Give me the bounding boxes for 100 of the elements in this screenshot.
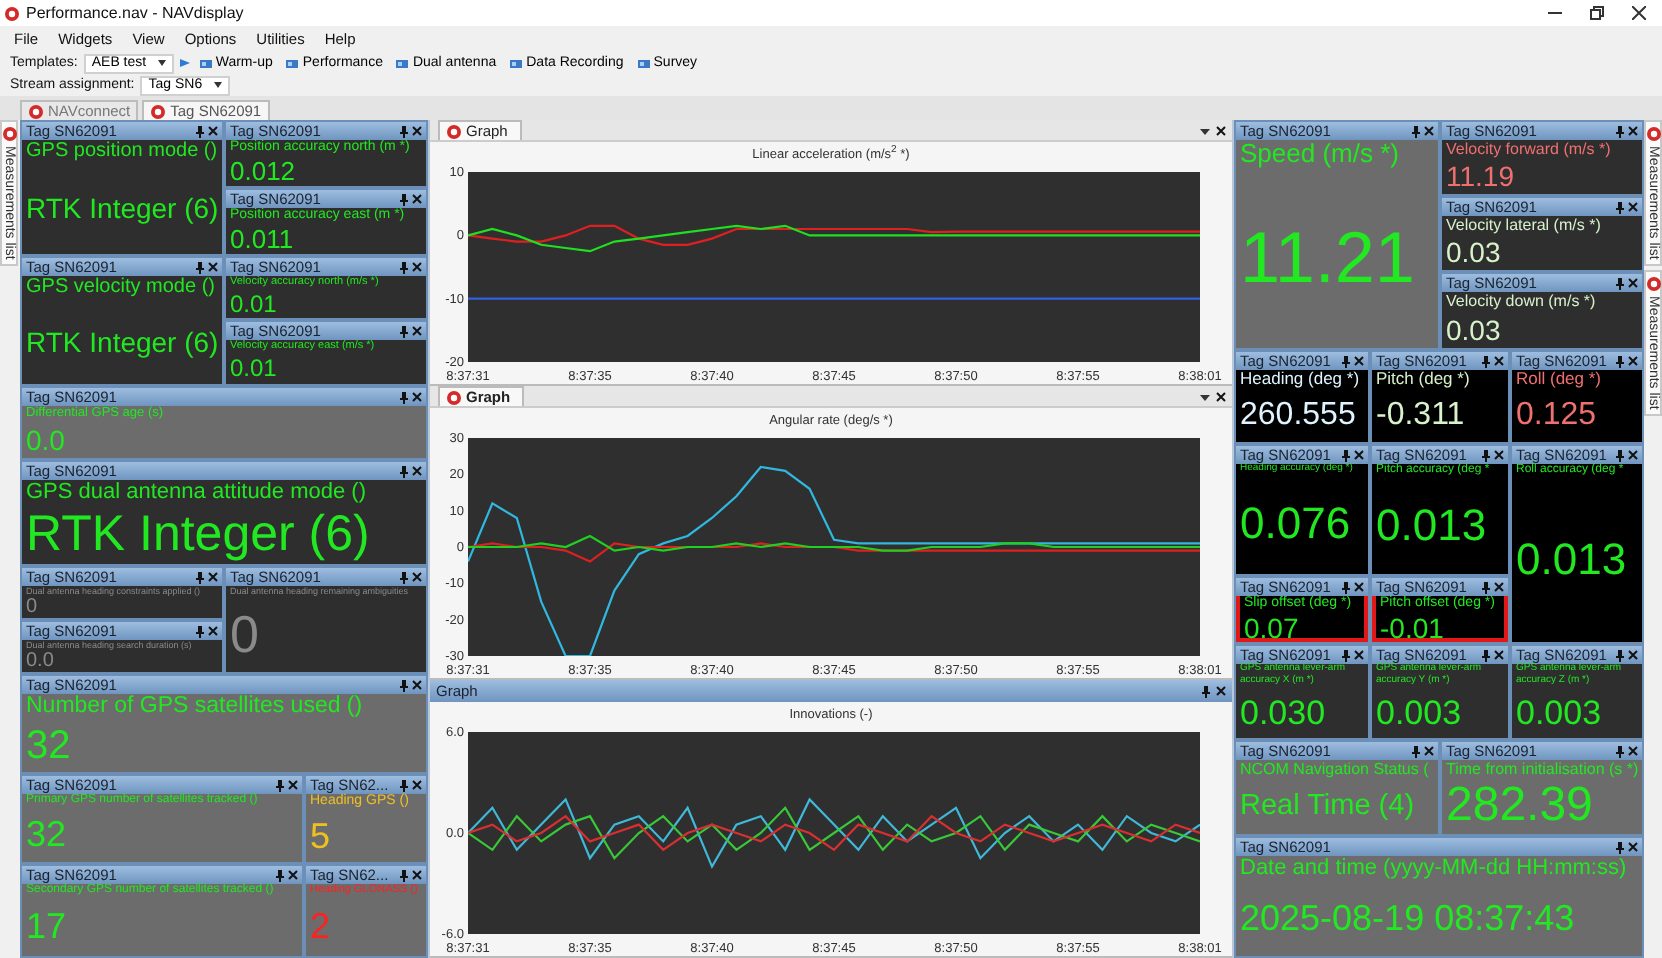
- measurement-label: Roll (deg *): [1516, 370, 1604, 390]
- pin-icon[interactable]: [400, 465, 408, 477]
- close-icon[interactable]: [412, 870, 422, 880]
- measurement-value: 282.39: [1446, 778, 1593, 834]
- dropdown-icon[interactable]: [1200, 394, 1210, 402]
- pin-icon[interactable]: [196, 125, 204, 137]
- close-icon[interactable]: [208, 572, 218, 582]
- pin-icon[interactable]: [196, 261, 204, 273]
- pin-icon[interactable]: [400, 391, 408, 403]
- close-icon[interactable]: [1628, 746, 1638, 756]
- close-icon[interactable]: [208, 126, 218, 136]
- close-icon[interactable]: [1216, 686, 1226, 696]
- pin-icon[interactable]: [1616, 355, 1624, 367]
- caret-icon: [157, 60, 166, 66]
- pin-icon[interactable]: [1616, 649, 1624, 661]
- dropdown-icon[interactable]: [1200, 128, 1210, 136]
- measurement-value: 2: [310, 904, 331, 951]
- close-icon[interactable]: [1354, 582, 1364, 592]
- pin-icon[interactable]: [1616, 841, 1624, 853]
- measurement-value: -0.311: [1376, 395, 1465, 436]
- close-icon[interactable]: [1216, 392, 1226, 402]
- measurement-value: 0.03: [1446, 234, 1501, 270]
- close-icon[interactable]: [288, 870, 298, 880]
- measurement-value: 0.003: [1376, 691, 1462, 736]
- pin-icon[interactable]: [1482, 581, 1490, 593]
- template-icon: [637, 57, 650, 69]
- tab-icon: [150, 103, 167, 119]
- close-icon[interactable]: [412, 466, 422, 476]
- close-icon[interactable]: [1494, 450, 1504, 460]
- measurement-value: 0.01: [230, 352, 277, 384]
- pin-icon[interactable]: [1342, 581, 1350, 593]
- pin-icon[interactable]: [1412, 745, 1420, 757]
- close-icon[interactable]: [288, 780, 298, 790]
- measurement-value: 0.003: [1516, 691, 1602, 736]
- template-icon: [510, 57, 523, 69]
- close-icon[interactable]: [1494, 356, 1504, 366]
- pin-icon[interactable]: [1412, 125, 1420, 137]
- close-icon[interactable]: [1628, 278, 1638, 288]
- tab-icon: [1645, 126, 1661, 142]
- measurement-label: NCOM Navigation Status (: [1240, 760, 1431, 779]
- close-icon[interactable]: [1354, 450, 1364, 460]
- close-icon[interactable]: [412, 572, 422, 582]
- pin-icon[interactable]: [400, 193, 408, 205]
- pin-icon[interactable]: [1616, 201, 1624, 213]
- close-icon[interactable]: [1628, 842, 1638, 852]
- pin-icon[interactable]: [276, 869, 284, 881]
- close-icon[interactable]: [412, 392, 422, 402]
- pin-icon[interactable]: [1482, 449, 1490, 461]
- close-icon[interactable]: [412, 194, 422, 204]
- pin-icon[interactable]: [400, 869, 408, 881]
- pin-icon[interactable]: [1616, 125, 1624, 137]
- pin-icon[interactable]: [400, 779, 408, 791]
- close-icon[interactable]: [1424, 126, 1434, 136]
- apply-icon[interactable]: [179, 58, 190, 68]
- close-icon[interactable]: [1628, 450, 1638, 460]
- close-icon[interactable]: [1628, 126, 1638, 136]
- close-icon[interactable]: [412, 680, 422, 690]
- pin-icon[interactable]: [1482, 355, 1490, 367]
- close-icon[interactable]: [1628, 650, 1638, 660]
- measurement-label: Number of GPS satellites used (): [26, 694, 365, 721]
- measurement-label: GPS dual antenna attitude mode (): [26, 480, 368, 506]
- close-icon[interactable]: [412, 780, 422, 790]
- pin-icon[interactable]: [1342, 449, 1350, 461]
- minimize-icon[interactable]: [1548, 6, 1562, 20]
- pin-icon[interactable]: [196, 571, 204, 583]
- pin-icon[interactable]: [400, 325, 408, 337]
- close-icon[interactable]: [1494, 582, 1504, 592]
- close-icon[interactable]: [412, 326, 422, 336]
- close-icon[interactable]: [1354, 356, 1364, 366]
- close-icon[interactable]: [1494, 650, 1504, 660]
- close-icon[interactable]: [1628, 356, 1638, 366]
- measurement-value: RTK Integer (6): [26, 505, 370, 564]
- measurement-label: Velocity down (m/s *): [1446, 292, 1598, 311]
- close-icon[interactable]: [1424, 746, 1434, 756]
- close-icon[interactable]: [1632, 6, 1646, 20]
- pin-icon[interactable]: [276, 779, 284, 791]
- pin-icon[interactable]: [400, 679, 408, 691]
- close-icon[interactable]: [208, 262, 218, 272]
- measurement-value: 17: [26, 904, 67, 951]
- measurement-value: 0.125: [1516, 395, 1597, 436]
- close-icon[interactable]: [1628, 202, 1638, 212]
- close-icon[interactable]: [412, 262, 422, 272]
- measurement-value: 0.01: [230, 288, 277, 318]
- pin-icon[interactable]: [196, 625, 204, 637]
- pin-icon[interactable]: [1616, 745, 1624, 757]
- window-title: Performance.nav - NAVdisplay: [26, 4, 244, 22]
- pin-icon[interactable]: [1202, 685, 1210, 697]
- pin-icon[interactable]: [1342, 649, 1350, 661]
- pin-icon[interactable]: [400, 571, 408, 583]
- pin-icon[interactable]: [1482, 649, 1490, 661]
- close-icon[interactable]: [1354, 650, 1364, 660]
- close-icon[interactable]: [412, 126, 422, 136]
- pin-icon[interactable]: [1342, 355, 1350, 367]
- pin-icon[interactable]: [1616, 449, 1624, 461]
- pin-icon[interactable]: [400, 125, 408, 137]
- close-icon[interactable]: [208, 626, 218, 636]
- pin-icon[interactable]: [400, 261, 408, 273]
- pin-icon[interactable]: [1616, 277, 1624, 289]
- restore-icon[interactable]: [1590, 6, 1604, 20]
- close-icon[interactable]: [1216, 126, 1226, 136]
